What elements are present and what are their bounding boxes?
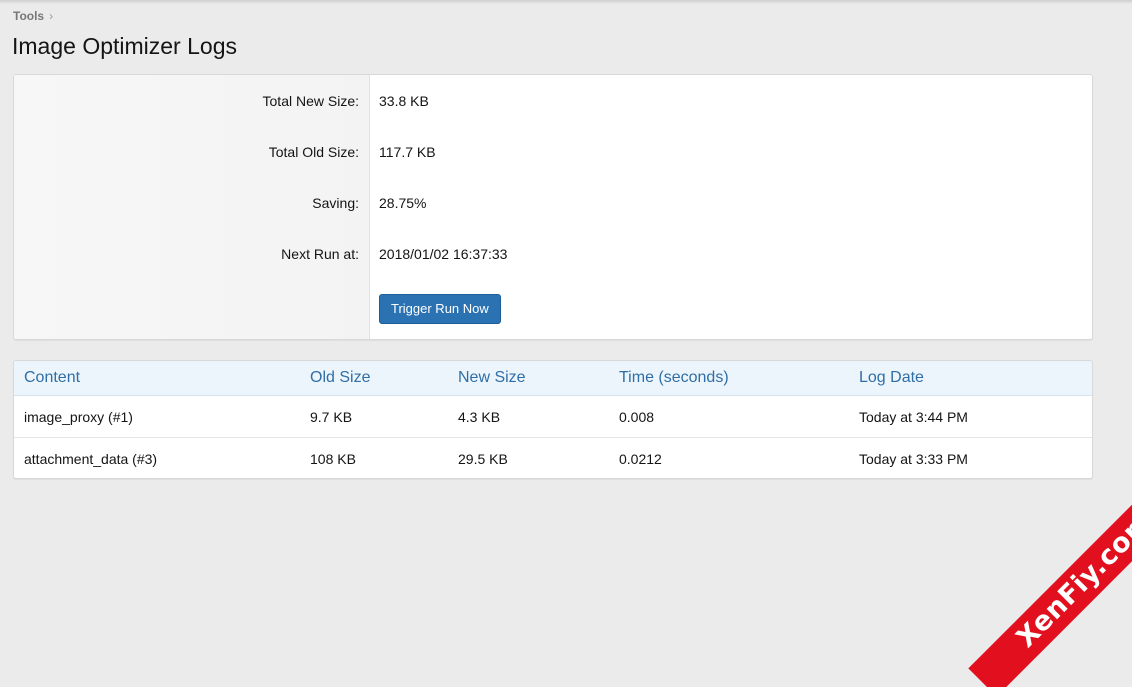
column-header-new-size[interactable]: New Size: [458, 369, 526, 387]
breadcrumb: Tools ›: [13, 9, 53, 23]
log-table: Content Old Size New Size Time (seconds)…: [13, 360, 1093, 479]
table-row: attachment_data (#3) 108 KB 29.5 KB 0.02…: [14, 438, 1092, 478]
cell-old-size: 108 KB: [310, 451, 356, 467]
column-header-old-size[interactable]: Old Size: [310, 369, 370, 387]
next-run-value: 2018/01/02 16:37:33: [379, 246, 508, 262]
column-header-log-date[interactable]: Log Date: [859, 369, 924, 387]
cell-content: image_proxy (#1): [24, 409, 133, 425]
cell-old-size: 9.7 KB: [310, 409, 353, 425]
watermark-ribbon: XenFiy.com: [968, 463, 1132, 687]
saving-label: Saving:: [312, 195, 359, 211]
chevron-right-icon: ›: [49, 9, 54, 23]
cell-log-date: Today at 3:33 PM: [859, 451, 968, 467]
total-new-size-label: Total New Size:: [262, 93, 359, 109]
page-title: Image Optimizer Logs: [12, 33, 237, 59]
table-header: Content Old Size New Size Time (seconds)…: [14, 361, 1092, 396]
trigger-run-now-button[interactable]: Trigger Run Now: [379, 294, 501, 324]
top-shadow: [0, 0, 1132, 4]
next-run-label: Next Run at:: [281, 246, 359, 262]
cell-new-size: 4.3 KB: [458, 409, 501, 425]
cell-log-date: Today at 3:44 PM: [859, 409, 968, 425]
cell-time: 0.0212: [619, 451, 662, 467]
total-old-size-value: 117.7 KB: [379, 144, 436, 160]
total-old-size-label: Total Old Size:: [268, 144, 359, 160]
column-header-content[interactable]: Content: [24, 369, 80, 387]
cell-content: attachment_data (#3): [24, 451, 158, 467]
saving-value: 28.75%: [379, 195, 427, 211]
breadcrumb-item-tools[interactable]: Tools: [13, 9, 44, 23]
column-header-time[interactable]: Time (seconds): [619, 369, 729, 387]
total-new-size-value: 33.8 KB: [379, 93, 429, 109]
cell-new-size: 29.5 KB: [458, 451, 508, 467]
table-row: image_proxy (#1) 9.7 KB 4.3 KB 0.008 Tod…: [14, 396, 1092, 438]
summary-panel: Total New Size: 33.8 KB Total Old Size: …: [13, 74, 1093, 340]
cell-time: 0.008: [619, 409, 655, 425]
